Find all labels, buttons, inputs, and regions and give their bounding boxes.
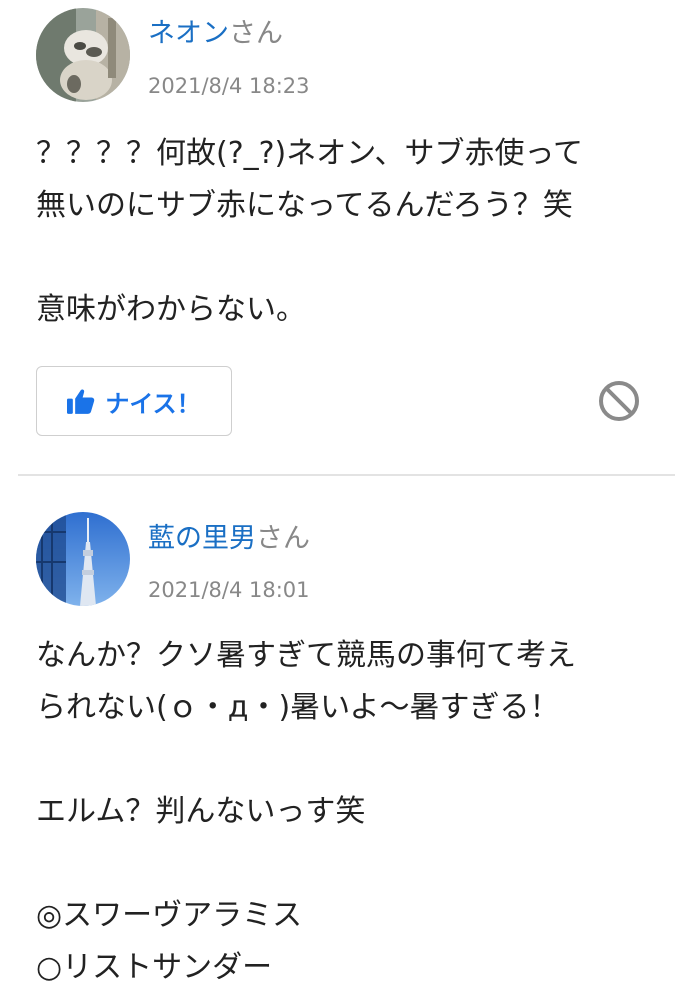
comment-line: ？？？？何故(?_?)ネオン、サブ赤使って (36, 136, 583, 171)
avatar[interactable] (36, 512, 130, 606)
honorific: さん (229, 18, 283, 49)
comment-line (36, 734, 576, 786)
username-link[interactable]: ネオン (148, 18, 229, 49)
block-button[interactable] (596, 378, 642, 424)
author-line: ネオンさん (148, 17, 283, 51)
honorific: さん (256, 523, 310, 554)
comment-line: 意味がわからない。 (36, 292, 306, 327)
comment-line: られない(ｏ・д・)暑いよ〜暑すぎる！ (36, 690, 560, 725)
comment-line (36, 232, 583, 284)
cat-photo-icon (36, 8, 130, 102)
nice-label: ナイス！ (105, 389, 201, 418)
comment-line: なんか？クソ暑すぎて競馬の事何て考え (36, 638, 576, 673)
comment-item: ネオンさん 2021/8/4 18:23 ？？？？何故(?_?)ネオン、サブ赤使… (0, 0, 693, 476)
username-link[interactable]: 藍の里男 (148, 523, 256, 554)
comment-line: ◎スワーヴアラミス (36, 898, 303, 933)
block-icon (599, 381, 639, 421)
avatar[interactable] (36, 8, 130, 102)
comment-item: 藍の里男さん 2021/8/4 18:01 なんか？クソ暑すぎて競馬の事何て考え… (0, 476, 693, 999)
author-line: 藍の里男さん (148, 522, 310, 556)
comment-line: 無いのにサブ赤になってるんだろう？笑 (36, 188, 573, 223)
comment-line: エルム？判んないっす笑 (36, 794, 366, 829)
nice-button[interactable]: ナイス！ (36, 366, 232, 436)
comment-body: なんか？クソ暑すぎて競馬の事何て考え られない(ｏ・д・)暑いよ〜暑すぎる！ エ… (36, 630, 576, 994)
comment-line: ○リストサンダー (36, 950, 273, 985)
post-timestamp: 2021/8/4 18:23 (148, 74, 310, 98)
post-timestamp: 2021/8/4 18:01 (148, 578, 310, 602)
comment-line (36, 838, 576, 890)
comment-body: ？？？？何故(?_?)ネオン、サブ赤使って 無いのにサブ赤になってるんだろう？笑… (36, 128, 583, 336)
thumbs-up-icon (67, 389, 95, 414)
tower-photo-icon (36, 512, 130, 606)
